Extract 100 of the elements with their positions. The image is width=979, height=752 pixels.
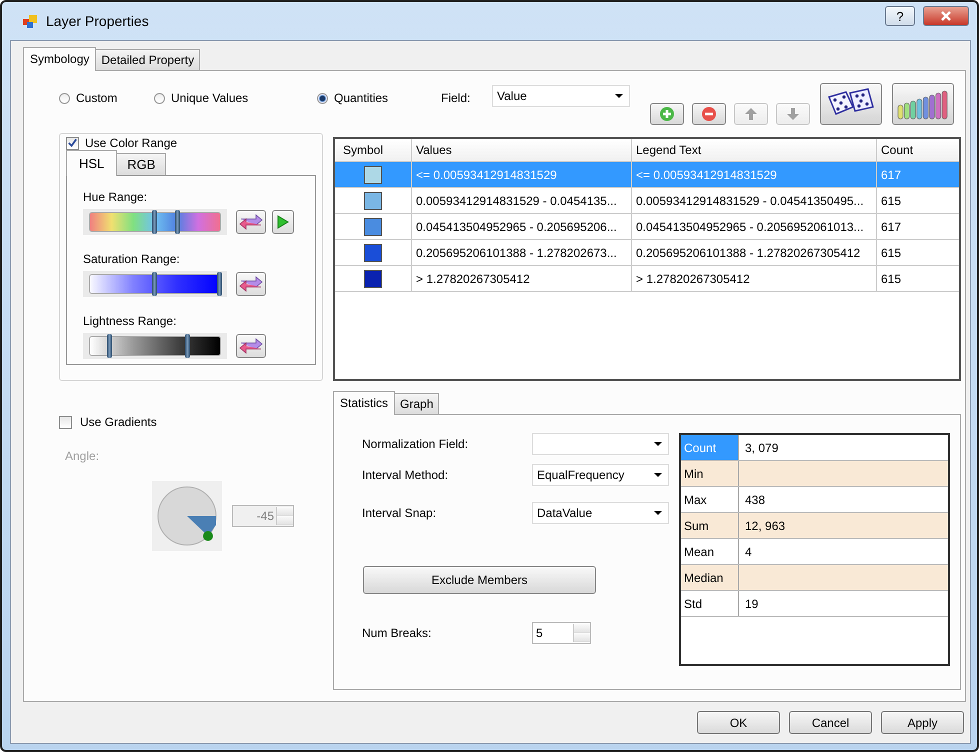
table-row[interactable]: 0.205695206101388 - 1.278202673... 0.205695206101388 - 1.27820267305412 615 <box>335 240 959 266</box>
table-cell: 0.045413504952965 - 0.205695206... <box>412 214 632 239</box>
swap-arrows-icon <box>239 338 263 354</box>
range-slider[interactable] <box>89 212 221 232</box>
radio-label: Quantities <box>334 91 388 105</box>
play-button[interactable] <box>272 210 294 234</box>
table-row[interactable]: > 1.27820267305412 > 1.27820267305412 615 <box>335 266 959 292</box>
table-cell-text: 617 <box>880 218 902 236</box>
radio-button[interactable] <box>59 92 70 104</box>
field-label: Field: <box>441 91 472 105</box>
color-ramp-button[interactable] <box>892 83 954 125</box>
help-button[interactable]: ? <box>885 6 915 26</box>
close-button[interactable] <box>923 6 969 26</box>
random-colors-button[interactable] <box>820 83 882 125</box>
stat-value: 12, 963 <box>744 518 786 534</box>
slider-thumb[interactable] <box>106 334 112 358</box>
slider-thumb[interactable] <box>152 272 157 296</box>
column-header[interactable]: Values <box>412 139 632 161</box>
color-swatch[interactable] <box>364 166 382 184</box>
table-cell-text: 615 <box>880 270 902 288</box>
slider-label: Saturation Range: <box>83 252 181 266</box>
up-arrow-icon <box>744 107 758 121</box>
checkbox-label: Use Color Range <box>85 136 178 150</box>
table-cell: 0.045413504952965 - 0.2056952061013... <box>632 214 877 239</box>
table-cell: <= 0.00593412914831529 <box>632 162 877 187</box>
minus-icon <box>701 106 717 122</box>
tab[interactable]: Symbology <box>23 47 96 71</box>
stat-name[interactable]: Max <box>681 487 739 512</box>
color-swatch[interactable] <box>364 270 382 288</box>
swap-arrows-icon <box>239 276 263 292</box>
stat-name[interactable]: Mean <box>681 539 739 564</box>
column-header[interactable]: Count <box>877 139 959 161</box>
stat-value: 4 <box>744 544 752 560</box>
field-label: Num Breaks: <box>362 626 432 640</box>
field-label: Interval Method: <box>362 468 450 482</box>
table-row[interactable]: 0.00593412914831529 - 0.0454135... 0.00593412914831529 - 0.04541350495... 615 <box>335 188 959 214</box>
play-icon <box>277 215 289 229</box>
exclude-members-button[interactable]: Exclude Members <box>363 566 596 594</box>
radio-label: Unique Values <box>171 91 248 105</box>
color-swatch[interactable] <box>364 218 382 236</box>
swap-button[interactable] <box>236 210 266 234</box>
plus-icon <box>659 106 675 122</box>
dialog-button[interactable]: OK <box>697 711 780 734</box>
slider-thumb[interactable] <box>184 334 190 358</box>
field-label: Normalization Field: <box>362 437 470 451</box>
slider-label: Hue Range: <box>83 190 148 204</box>
checkbox[interactable] <box>66 136 79 150</box>
interval-snap-dropdown[interactable]: DataValue <box>532 502 669 524</box>
dialog-button[interactable]: Apply <box>881 711 964 734</box>
color-swatch[interactable] <box>364 192 382 210</box>
table-cell: 0.00593412914831529 - 0.0454135... <box>412 188 632 213</box>
angle-label: Angle: <box>65 449 100 463</box>
column-header[interactable]: Symbol <box>335 139 412 161</box>
tab[interactable]: HSL <box>66 150 118 176</box>
angle-dial[interactable] <box>152 481 222 551</box>
checkbox-label: Use Gradients <box>80 415 157 429</box>
swap-button[interactable] <box>236 334 266 358</box>
range-slider[interactable] <box>89 274 221 294</box>
field-dropdown[interactable]: Value <box>492 85 630 107</box>
range-slider[interactable] <box>89 336 221 356</box>
stat-name[interactable]: Std <box>681 591 739 616</box>
tab[interactable]: RGB <box>116 153 166 175</box>
dialog-button[interactable]: Cancel <box>789 711 872 734</box>
tab[interactable]: Detailed Property <box>95 49 200 70</box>
radio-button[interactable] <box>154 92 165 104</box>
table-cell-text: 615 <box>880 192 902 210</box>
column-header[interactable]: Legend Text <box>632 139 877 161</box>
tab[interactable]: Graph <box>394 393 440 414</box>
stat-value: 438 <box>744 492 766 508</box>
table-row[interactable]: 0.045413504952965 - 0.205695206... 0.045413504952965 - 0.2056952061013... 617 <box>335 214 959 240</box>
table-cell: > 1.27820267305412 <box>412 266 632 291</box>
slider-thumb[interactable] <box>217 272 222 296</box>
stat-value: 3, 079 <box>744 440 778 456</box>
table-cell: > 1.27820267305412 <box>632 266 877 291</box>
radio-button[interactable] <box>317 92 328 104</box>
close-icon <box>940 10 952 22</box>
stat-value: 19 <box>744 596 758 612</box>
color-swatch[interactable] <box>364 244 382 262</box>
app-icon <box>22 13 38 29</box>
tab[interactable]: Statistics <box>333 391 396 415</box>
table-cell: <= 0.00593412914831529 <box>412 162 632 187</box>
table-cell-text: 615 <box>880 244 902 262</box>
slider-label: Lightness Range: <box>83 314 178 328</box>
table-cell-text: 617 <box>880 166 902 184</box>
slider-thumb[interactable] <box>152 210 157 234</box>
swap-button[interactable] <box>236 272 266 296</box>
table-cell: 0.205695206101388 - 1.278202673... <box>412 240 632 265</box>
remove-button[interactable] <box>692 103 726 125</box>
swap-arrows-icon <box>239 214 263 230</box>
slider-thumb[interactable] <box>175 210 180 234</box>
num-breaks-spinbox[interactable]: 5 <box>532 622 591 644</box>
down-arrow-icon <box>786 107 800 121</box>
table-cell: 0.205695206101388 - 1.27820267305412 <box>632 240 877 265</box>
radio-label: Custom <box>76 91 118 105</box>
field-label: Interval Snap: <box>362 506 438 520</box>
add-button[interactable] <box>650 103 684 125</box>
stat-name[interactable]: Sum <box>681 513 739 538</box>
table-cell: 0.00593412914831529 - 0.04541350495... <box>632 188 877 213</box>
interval-method-dropdown[interactable]: EqualFrequency <box>532 464 669 486</box>
window-title: Layer Properties <box>46 13 149 29</box>
